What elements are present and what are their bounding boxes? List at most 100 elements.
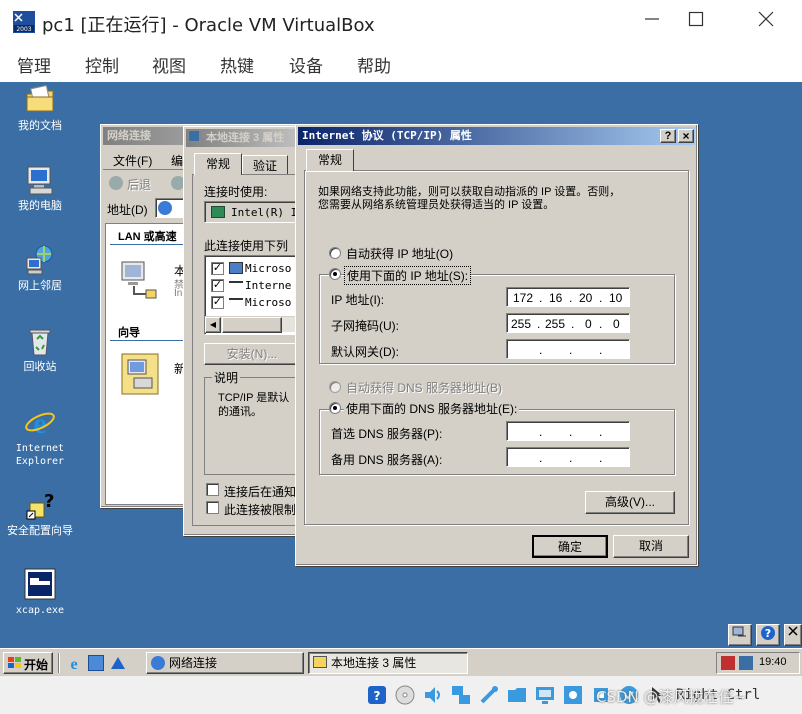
network-title-text: 网络连接 <box>107 130 151 142</box>
audio-icon[interactable] <box>422 684 444 706</box>
desktop-icon-my-computer[interactable]: 我的电脑 <box>0 164 80 213</box>
auto-dns-radio[interactable] <box>329 381 341 393</box>
network-adapter-icon <box>313 656 327 668</box>
tab-authentication[interactable]: 验证 <box>242 155 288 175</box>
limited-notify-checkbox[interactable] <box>206 501 219 514</box>
new-connection-wizard-icon[interactable] <box>120 352 160 396</box>
task-label: 本地连接 3 属性 <box>331 656 417 670</box>
properties-titlebar[interactable]: 本地连接 3 属性 <box>186 129 300 147</box>
hdd-status-icon[interactable]: ? <box>366 684 388 706</box>
manual-ip-label[interactable]: 使用下面的 IP 地址(S): <box>344 266 472 285</box>
close-icon[interactable] <box>744 6 788 38</box>
desktop-icon-xcap[interactable]: xcap.exe <box>0 568 80 617</box>
lan-connection-icon[interactable] <box>120 260 160 304</box>
component-item[interactable]: Interne <box>245 279 291 292</box>
menu-control[interactable]: 控制 <box>85 52 119 77</box>
component-item[interactable]: Microso <box>245 262 291 275</box>
install-button[interactable]: 安装(N)... <box>204 343 300 365</box>
tray-security-icon[interactable] <box>721 656 735 670</box>
menu-edit[interactable]: 编 <box>171 152 183 169</box>
task-local-connection-properties[interactable]: 本地连接 3 属性 <box>308 652 468 674</box>
advanced-button[interactable]: 高级(V)... <box>585 491 675 514</box>
quicklaunch-ie-icon[interactable]: e <box>66 655 82 673</box>
close-panel-icon[interactable] <box>784 624 802 646</box>
manual-dns-label[interactable]: 使用下面的 DNS 服务器地址(E): <box>344 400 520 417</box>
help-question-icon[interactable]: ? <box>660 129 676 143</box>
tab-general[interactable]: 常规 <box>306 149 354 171</box>
minimize-icon[interactable] <box>630 6 674 38</box>
component-item[interactable]: Microso <box>245 296 291 309</box>
tray-network-icon[interactable] <box>739 656 753 670</box>
desktop-icon-my-documents[interactable]: 我的文档 <box>0 84 80 133</box>
quicklaunch-explorer-icon[interactable] <box>88 655 104 671</box>
quicklaunch-desktop-icon[interactable] <box>110 655 126 671</box>
menu-help[interactable]: 帮助 <box>357 52 391 77</box>
description-text-2: 的通讯。 <box>218 406 262 418</box>
display-icon[interactable] <box>534 684 556 706</box>
maximize-icon[interactable] <box>674 6 718 38</box>
tcpip-properties-dialog[interactable]: Internet 协议 (TCP/IP) 属性 ? × 常规 如果网络支持此功能… <box>295 124 698 566</box>
menu-file[interactable]: 文件(F) <box>113 152 152 169</box>
menu-hotkey[interactable]: 热键 <box>220 52 254 77</box>
start-label: 开始 <box>24 658 49 672</box>
host-menubar: 管理 控制 视图 热键 设备 帮助 <box>0 44 802 82</box>
desktop-icon-internet-explorer[interactable]: e Internet Explorer <box>0 406 80 468</box>
horizontal-scrollbar[interactable]: ◀ <box>205 316 305 333</box>
component-checkbox[interactable]: ✓ <box>211 296 224 309</box>
help-circle-icon[interactable]: ? <box>756 624 780 646</box>
scroll-thumb[interactable] <box>222 317 282 333</box>
tcpip-title-text: Internet 协议 (TCP/IP) 属性 <box>302 129 472 142</box>
auto-ip-label[interactable]: 自动获得 IP 地址(O) <box>346 245 453 262</box>
desktop-icon-security-wizard[interactable]: ? 安全配置向导 <box>0 489 80 538</box>
show-icon-label: 连接后在通知 <box>224 485 297 499</box>
ip-dot: . <box>599 343 603 357</box>
dialog-close-icon[interactable]: × <box>678 129 694 143</box>
network-places-icon <box>24 244 56 276</box>
recording-icon[interactable] <box>562 684 584 706</box>
component-checkbox[interactable]: ✓ <box>211 262 224 275</box>
desktop-icon-recycle-bin[interactable]: 回收站 <box>0 325 80 374</box>
start-button[interactable]: 开始 <box>3 652 53 674</box>
network-adapter-status-icon[interactable] <box>450 684 472 706</box>
xcap-exe-icon <box>24 568 56 600</box>
gateway-field[interactable]: . . . <box>506 339 630 359</box>
ok-button[interactable]: 确定 <box>532 535 608 558</box>
ip-dot: . <box>569 291 573 305</box>
ip-address-field[interactable]: 172 . 16 . 20 . 10 <box>506 287 630 307</box>
component-checkbox[interactable]: ✓ <box>211 279 224 292</box>
subnet-mask-field[interactable]: 255 . 255 . 0 . 0 <box>506 313 630 333</box>
menu-view[interactable]: 视图 <box>152 52 186 77</box>
back-arrow-icon[interactable] <box>109 176 123 190</box>
scroll-left-icon[interactable]: ◀ <box>205 317 221 333</box>
tcpip-titlebar[interactable]: Internet 协议 (TCP/IP) 属性 ? × <box>298 127 695 145</box>
menu-manage[interactable]: 管理 <box>17 52 51 77</box>
guest-taskbar: 开始 e 网络连接 本地连接 3 属性 19:40 <box>0 648 802 676</box>
preferred-dns-field[interactable]: . . . <box>506 421 630 441</box>
usb-icon[interactable] <box>478 684 500 706</box>
ip-octet-4: 10 <box>609 291 623 305</box>
intro-text-2: 您需要从网络系统管理员处获得适当的 IP 设置。 <box>318 199 555 211</box>
desktop-icon-network-places[interactable]: 网上邻居 <box>0 244 80 293</box>
local-connection-properties-window[interactable]: 本地连接 3 属性 常规 验证 连接时使用: Intel(R) I 此连接使用下… <box>183 126 308 536</box>
description-group-label: 说明 <box>212 369 241 386</box>
manual-ip-radio[interactable] <box>329 268 341 280</box>
cancel-button[interactable]: 取消 <box>613 535 689 558</box>
ip-dot: . <box>537 317 541 331</box>
network-status-icon[interactable] <box>728 624 752 646</box>
vbox-badge-text: 2003 <box>16 26 31 33</box>
manual-dns-radio[interactable] <box>329 402 341 414</box>
host-titlebar[interactable]: 2003 pc1 [正在运行] - Oracle VM VirtualBox <box>0 0 802 44</box>
components-list[interactable]: ✓ Microso ✓ Interne ✓ Microso ◀ <box>204 255 305 335</box>
show-icon-checkbox[interactable] <box>206 483 219 496</box>
menu-devices[interactable]: 设备 <box>289 52 323 77</box>
components-label: 此连接使用下列 <box>204 239 289 253</box>
optical-drive-icon[interactable] <box>394 684 416 706</box>
tab-general[interactable]: 常规 <box>194 153 242 175</box>
task-network-connections[interactable]: 网络连接 <box>146 652 304 674</box>
auto-dns-label[interactable]: 自动获得 DNS 服务器地址(B) <box>346 379 502 396</box>
alternate-dns-field[interactable]: . . . <box>506 447 630 467</box>
back-button-label[interactable]: 后退 <box>127 176 151 193</box>
lan-item-device: In <box>174 288 183 299</box>
auto-ip-radio[interactable] <box>329 247 341 259</box>
shared-folders-icon[interactable] <box>506 684 528 706</box>
